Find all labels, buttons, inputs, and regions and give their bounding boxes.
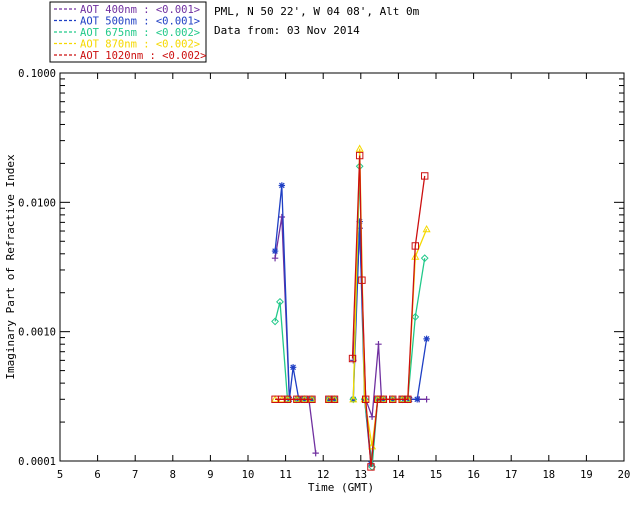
x-tick-label: 15 — [430, 469, 443, 481]
data-point — [368, 413, 376, 420]
x-tick-label: 19 — [580, 469, 593, 481]
chart: AOT 400nm : <0.001>AOT 500nm : <0.001>AO… — [4, 1, 631, 494]
y-tick-label: 0.0001 — [18, 456, 56, 468]
x-tick-label: 13 — [354, 469, 367, 481]
x-tick-label: 6 — [94, 469, 100, 481]
x-tick-label: 16 — [467, 469, 480, 481]
x-tick-label: 5 — [57, 469, 63, 481]
data-point — [312, 449, 319, 457]
data-point — [414, 396, 421, 403]
legend: AOT 400nm : <0.001>AOT 500nm : <0.001>AO… — [49, 1, 207, 63]
x-axis-label: Time (GMT) — [308, 481, 374, 494]
x-tick-label: 12 — [317, 469, 330, 481]
y-tick-label: 0.0010 — [18, 327, 56, 339]
x-tick-label: 8 — [170, 469, 176, 481]
y-axis-label: Imaginary Part of Refractive Index — [4, 154, 17, 380]
data-point — [271, 247, 279, 255]
series-line — [275, 155, 426, 467]
data-point — [423, 335, 430, 343]
plot-area — [59, 72, 625, 462]
y-tick-label: 0.0100 — [18, 197, 56, 209]
series-line — [274, 166, 426, 467]
series-line — [274, 216, 427, 454]
series-1 — [271, 182, 430, 468]
data-point — [271, 254, 279, 262]
legend-label: AOT 500nm : <0.001> — [80, 16, 200, 28]
series-4 — [271, 151, 429, 471]
series-layer — [271, 144, 431, 471]
x-tick-label: 20 — [618, 469, 631, 481]
series-line — [274, 185, 428, 464]
legend-label: AOT 675nm : <0.002> — [80, 27, 200, 39]
legend-label: AOT 400nm : <0.001> — [80, 4, 200, 16]
series-0 — [271, 213, 430, 457]
series-3 — [271, 144, 431, 450]
data-point — [423, 396, 430, 403]
y-tick-label: 0.1000 — [18, 68, 56, 80]
data-point — [289, 364, 297, 371]
x-tick-label: 10 — [242, 469, 255, 481]
x-tick-label: 11 — [279, 469, 292, 481]
x-tick-label: 14 — [392, 469, 405, 481]
data-point — [278, 213, 286, 221]
date-info: Data from: 03 Nov 2014 — [214, 24, 360, 37]
x-tick-label: 9 — [207, 469, 213, 481]
series-2 — [271, 162, 429, 471]
legend-label: AOT 1020nm : <0.002> — [80, 50, 206, 62]
x-tick-label: 17 — [505, 469, 518, 481]
x-tick-label: 7 — [132, 469, 138, 481]
x-tick-label: 18 — [542, 469, 555, 481]
data-point — [375, 341, 382, 348]
legend-label: AOT 870nm : <0.002> — [80, 39, 200, 51]
site-info: PML, N 50 22', W 04 08', Alt 0m — [214, 5, 420, 18]
data-point — [278, 182, 286, 189]
